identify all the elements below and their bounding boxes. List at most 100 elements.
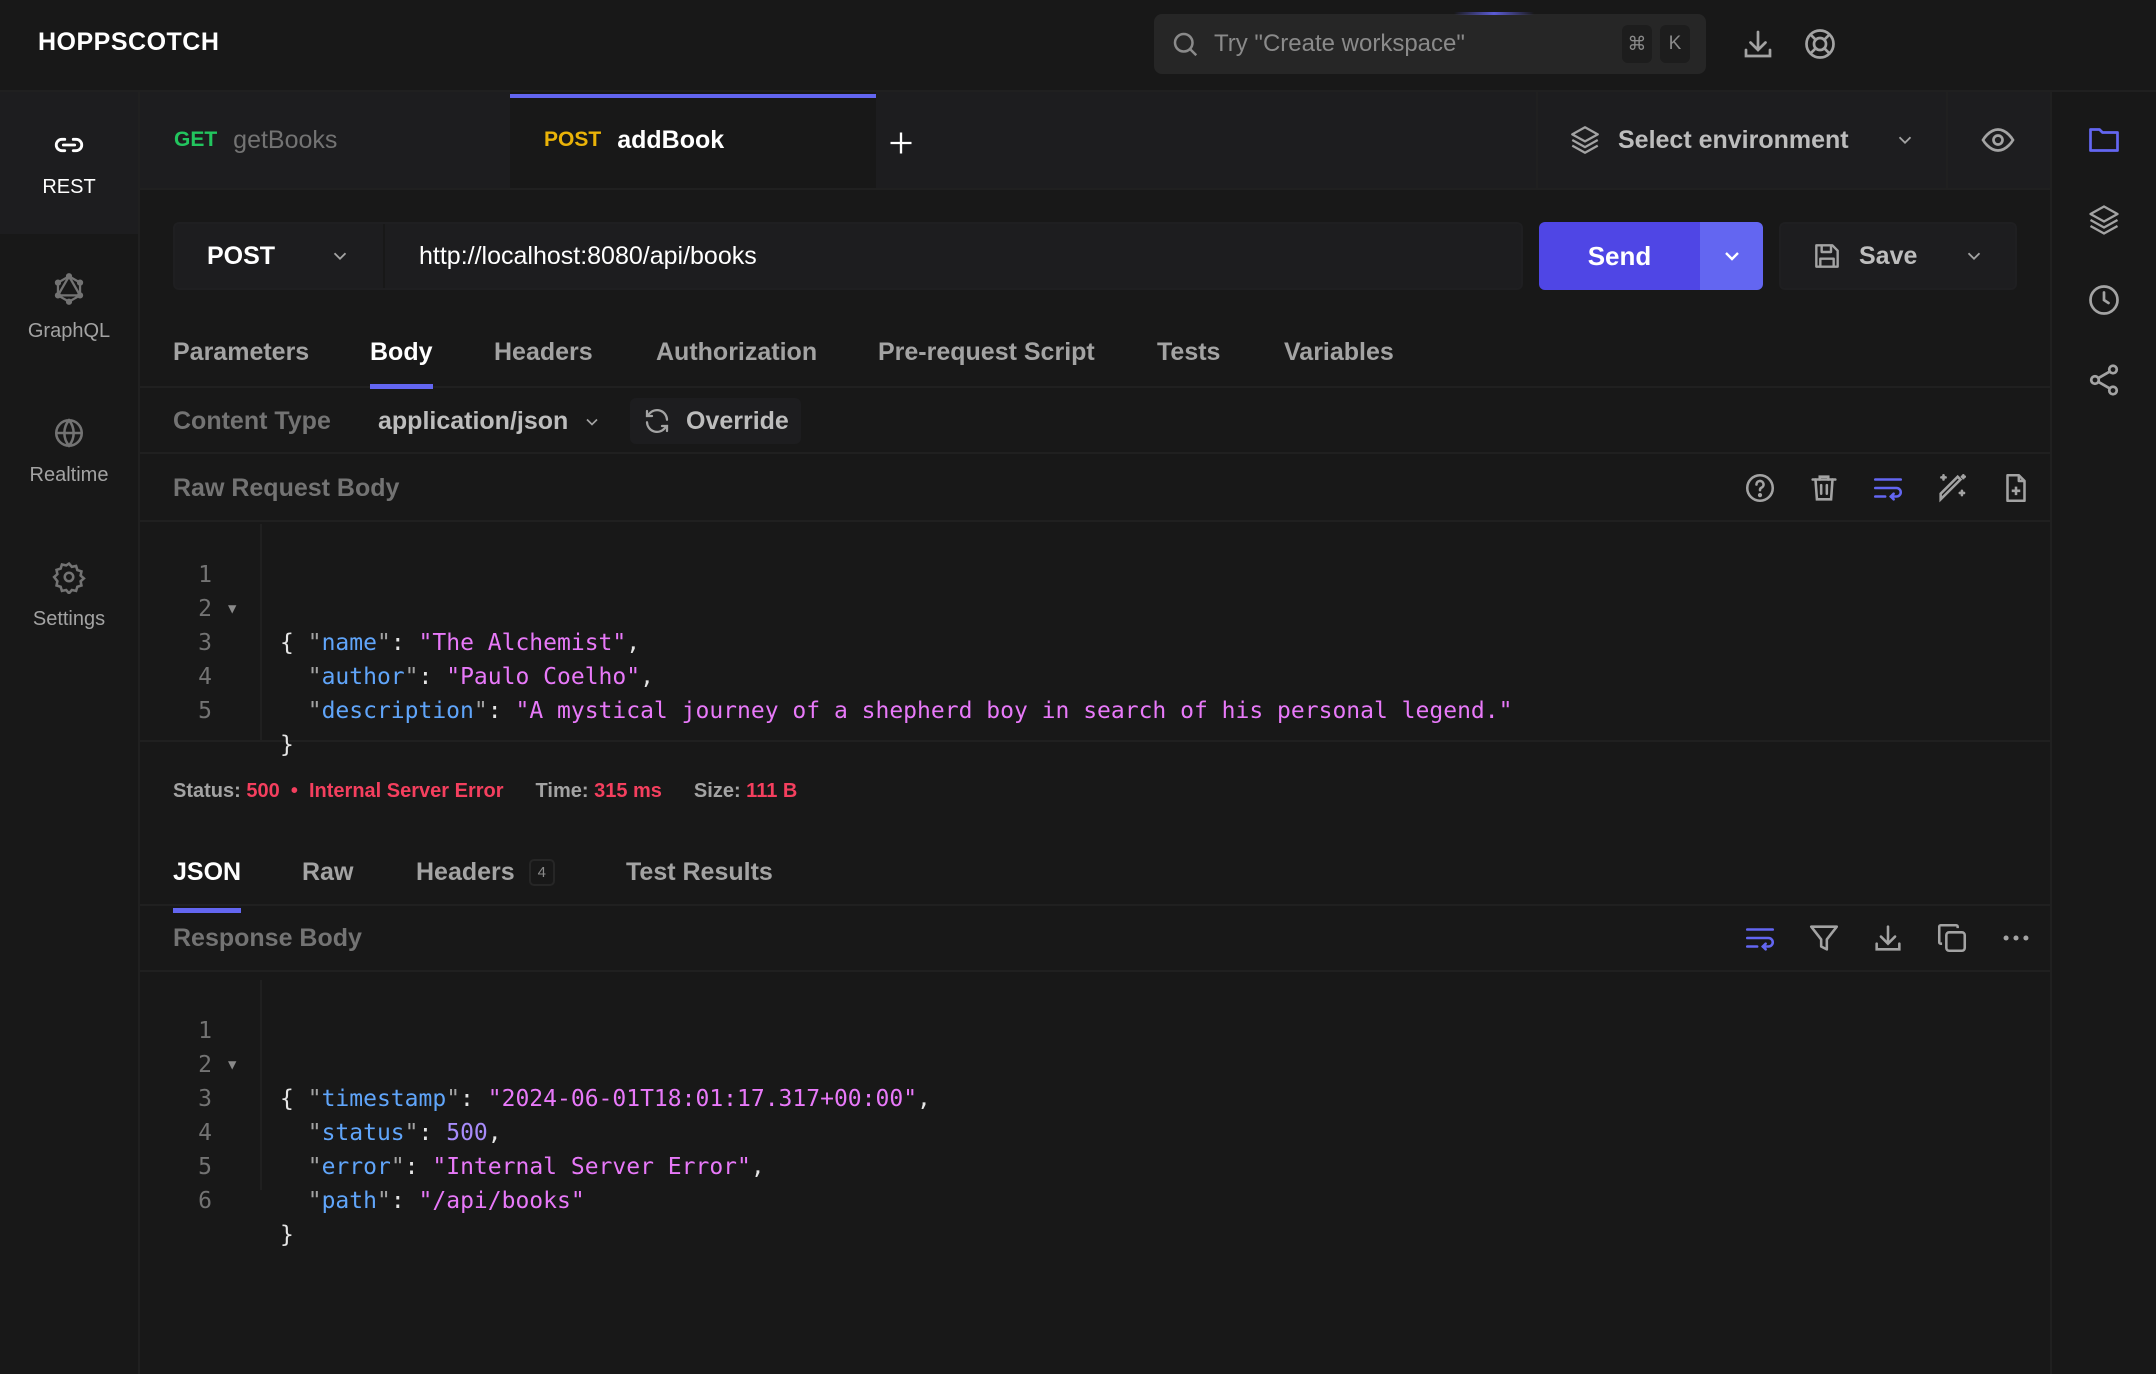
right-sidebar: [2050, 92, 2156, 1374]
environment-label: Select environment: [1618, 125, 1849, 154]
share-icon[interactable]: [2086, 362, 2122, 398]
code-line: 1 ▼ {: [140, 980, 294, 1112]
code-line: 3 "author": "Paulo Coelho",: [140, 592, 654, 690]
folder-icon[interactable]: [2086, 122, 2122, 158]
filter-icon[interactable]: [1807, 921, 1841, 955]
more-icon[interactable]: [1999, 921, 2033, 955]
new-tab-button[interactable]: [876, 118, 926, 168]
override-button[interactable]: Override: [630, 398, 801, 444]
nav-settings[interactable]: Settings: [0, 524, 138, 666]
content-type-value: application/json: [378, 407, 569, 435]
tab-headers[interactable]: Headers: [494, 338, 593, 367]
layers-icon[interactable]: [2086, 202, 2122, 238]
code-text: "author": "Paulo Coelho",: [307, 664, 654, 690]
wrap-lines-icon[interactable]: [1743, 921, 1777, 955]
line-number: 6: [198, 1188, 212, 1214]
status-separator: •: [290, 780, 298, 802]
code-line: 5 }: [140, 660, 294, 758]
tab-variables[interactable]: Variables: [1284, 338, 1394, 367]
app-logo[interactable]: HOPPSCOTCH: [38, 28, 219, 57]
copy-icon[interactable]: [1935, 921, 1969, 955]
eye-icon[interactable]: [1980, 122, 2016, 158]
download-icon[interactable]: [1871, 921, 1905, 955]
link-icon: [52, 128, 86, 162]
nav-realtime-label: Realtime: [29, 463, 109, 486]
method-value: POST: [207, 241, 276, 270]
tab-label: Raw: [302, 858, 354, 886]
tab-name: getBooks: [233, 125, 338, 154]
size-label: Size:: [693, 780, 741, 802]
tab-pre-request-script[interactable]: Pre-request Script: [878, 338, 1095, 367]
tab-raw[interactable]: Raw: [302, 858, 353, 887]
prettify-wand-icon[interactable]: [1935, 471, 1969, 505]
tab-body[interactable]: Body: [370, 338, 433, 389]
tab-method: GET: [174, 128, 218, 151]
request-tab-getbooks[interactable]: GET getBooks: [140, 92, 510, 188]
fold-arrow-icon[interactable]: ▼: [228, 1048, 236, 1082]
response-body-title: Response Body: [173, 924, 362, 952]
response-body-viewer[interactable]: 1 ▼ { 2 "timestamp": "2024-06-01T18:01:1…: [140, 980, 2050, 1248]
content-type-label: Content Type: [173, 407, 331, 435]
tab-json[interactable]: JSON: [173, 858, 242, 913]
code-line: 3 "status": 500,: [140, 1048, 502, 1146]
chevron-down-icon: [329, 245, 351, 267]
tab-label: Headers: [416, 858, 515, 886]
download-icon[interactable]: [1740, 26, 1776, 62]
tab-method: POST: [544, 128, 602, 151]
tab-test-results[interactable]: Test Results: [626, 858, 773, 887]
tab-parameters[interactable]: Parameters: [173, 338, 309, 367]
chevron-down-icon: [582, 412, 602, 432]
code-text: "name": "The Alchemist",: [307, 630, 641, 656]
save-label: Save: [1859, 241, 1918, 270]
code-text: "description": "A mystical journey of a …: [307, 698, 1513, 724]
time-value: 315 ms: [594, 780, 662, 802]
layers-icon: [1568, 123, 1602, 157]
tab-name: addBook: [617, 125, 725, 154]
save-icon: [1811, 240, 1843, 272]
status-code: 500: [246, 780, 280, 802]
tab-label: JSON: [173, 858, 242, 886]
content-type-select[interactable]: application/json: [378, 407, 602, 436]
code-text: "path": "/api/books": [307, 1188, 585, 1214]
code-text: }: [280, 1222, 294, 1248]
fold-arrow-icon[interactable]: ▼: [228, 592, 236, 626]
environment-select[interactable]: Select environment: [1536, 92, 1948, 188]
request-body-header: Raw Request Body: [140, 456, 2050, 522]
send-options-button[interactable]: [1700, 222, 1763, 290]
support-icon[interactable]: [1802, 26, 1838, 62]
request-tab-addbook[interactable]: POST addBook: [510, 92, 876, 188]
tab-authorization[interactable]: Authorization: [656, 338, 817, 367]
request-body-editor[interactable]: 1 ▼ { 2 "name": "The Alchemist", 3 "auth…: [140, 524, 2050, 758]
method-select[interactable]: POST: [175, 224, 385, 288]
save-button[interactable]: Save: [1779, 222, 2017, 290]
nav-rest[interactable]: REST: [0, 92, 138, 234]
import-file-icon[interactable]: [1999, 471, 2033, 505]
chevron-down-icon: [1894, 129, 1916, 151]
wrap-lines-icon[interactable]: [1871, 471, 1905, 505]
time-label: Time:: [535, 780, 589, 802]
nav-realtime[interactable]: Realtime: [0, 380, 138, 522]
headers-count-badge: 4: [528, 859, 556, 886]
status-label: Status:: [173, 780, 241, 802]
search-bar[interactable]: Try "Create workspace" ⌘ K: [1154, 12, 1706, 74]
url-input[interactable]: [385, 241, 1521, 271]
search-icon: [1170, 29, 1200, 59]
send-button[interactable]: Send: [1539, 222, 1700, 290]
tab-response-headers[interactable]: Headers 4: [416, 858, 556, 887]
line-number: 5: [198, 698, 212, 724]
send-button-group: Send: [1539, 222, 1763, 290]
trash-icon[interactable]: [1807, 471, 1841, 505]
nav-graphql[interactable]: GraphQL: [0, 236, 138, 378]
tab-tests[interactable]: Tests: [1157, 338, 1220, 367]
code-line: 2 "name": "The Alchemist",: [140, 558, 640, 656]
search-placeholder[interactable]: Try "Create workspace": [1214, 30, 1614, 58]
response-tabs: JSON Raw Headers 4 Test Results: [140, 850, 2050, 913]
request-body-title: Raw Request Body: [173, 474, 400, 502]
help-icon[interactable]: [1743, 471, 1777, 505]
globe-icon: [52, 416, 86, 450]
code-line: 4 "description": "A mystical journey of …: [140, 626, 1512, 724]
code-line: 2 "timestamp": "2024-06-01T18:01:17.317+…: [140, 1014, 931, 1112]
history-icon[interactable]: [2086, 282, 2122, 318]
code-line: 6 }: [140, 1150, 294, 1248]
chevron-down-icon[interactable]: [1963, 245, 1985, 267]
